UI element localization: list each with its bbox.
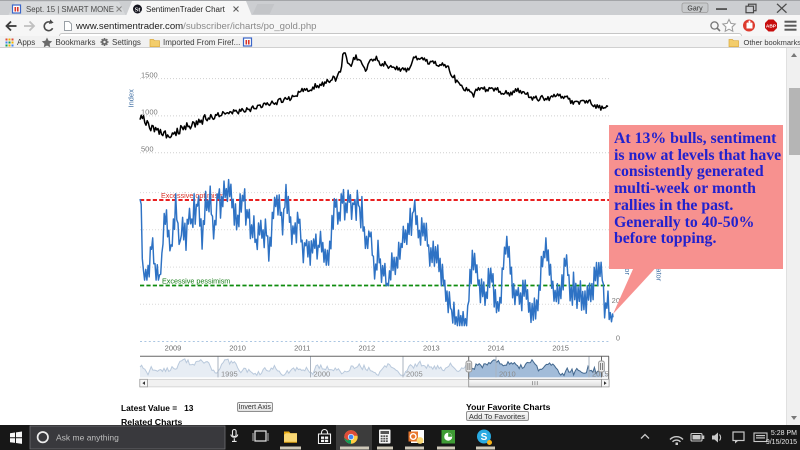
svg-text:Ask me anything: Ask me anything: [56, 432, 119, 442]
svg-text:2005: 2005: [406, 370, 423, 379]
svg-text:Excessive optimism: Excessive optimism: [161, 191, 224, 200]
svg-text:2009: 2009: [165, 344, 182, 353]
svg-text:2014: 2014: [488, 344, 505, 353]
svg-text:1995: 1995: [221, 370, 238, 379]
svg-text:500: 500: [141, 144, 154, 153]
svg-text:St: St: [135, 7, 142, 14]
svg-text:0: 0: [616, 333, 620, 342]
svg-text:2012: 2012: [358, 344, 375, 353]
svg-text:1500: 1500: [141, 70, 158, 79]
svg-text:Excessive pessimism: Excessive pessimism: [162, 276, 230, 285]
svg-text:5:28 PM: 5:28 PM: [771, 430, 797, 437]
svg-text:S: S: [481, 432, 488, 443]
svg-text:2013: 2013: [423, 344, 440, 353]
svg-text:2015: 2015: [552, 344, 569, 353]
svg-text:2010: 2010: [499, 370, 516, 379]
svg-text:2010: 2010: [229, 344, 246, 353]
svg-text:Index: Index: [127, 89, 136, 108]
svg-text:2011: 2011: [294, 344, 310, 353]
svg-text:2000: 2000: [314, 370, 331, 379]
svg-text:9/15/2015: 9/15/2015: [766, 439, 797, 446]
svg-text:Gary: Gary: [687, 6, 703, 13]
svg-text:ABP: ABP: [766, 24, 777, 30]
